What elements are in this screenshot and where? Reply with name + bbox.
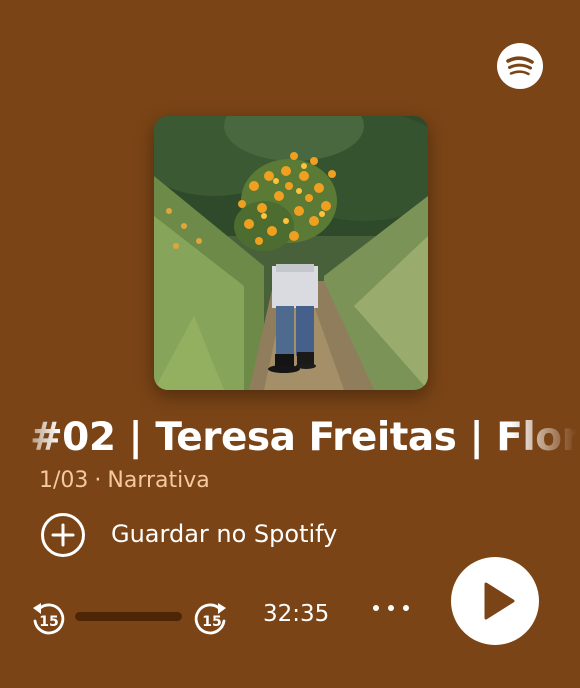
forward-seconds-label: 15 (202, 614, 221, 630)
playback-progress-bar[interactable] (75, 612, 182, 621)
episode-cover-art (154, 116, 428, 390)
episode-category: Narrativa (107, 468, 210, 493)
episode-title-marquee: #02 | Teresa Freitas | Flores (0, 410, 580, 470)
meta-separator: · (94, 468, 102, 493)
rewind-15-icon[interactable]: 15 (30, 599, 68, 637)
time-remaining: 32:35 (263, 601, 330, 627)
forward-15-icon[interactable]: 15 (191, 599, 229, 637)
more-options-icon[interactable] (369, 598, 413, 618)
spotify-logo-icon[interactable] (497, 43, 543, 89)
episode-title: #02 | Teresa Freitas | Flores (30, 415, 580, 460)
episode-date: 1/03 (39, 468, 89, 493)
title-fade-left (0, 410, 60, 470)
play-button[interactable] (451, 557, 539, 645)
episode-meta: 1/03 · Narrativa (39, 468, 210, 493)
rewind-seconds-label: 15 (39, 614, 58, 630)
play-icon (484, 582, 515, 620)
title-fade-right (510, 410, 580, 470)
save-to-spotify-label[interactable]: Guardar no Spotify (111, 520, 337, 548)
plus-circle-icon[interactable] (40, 512, 86, 558)
